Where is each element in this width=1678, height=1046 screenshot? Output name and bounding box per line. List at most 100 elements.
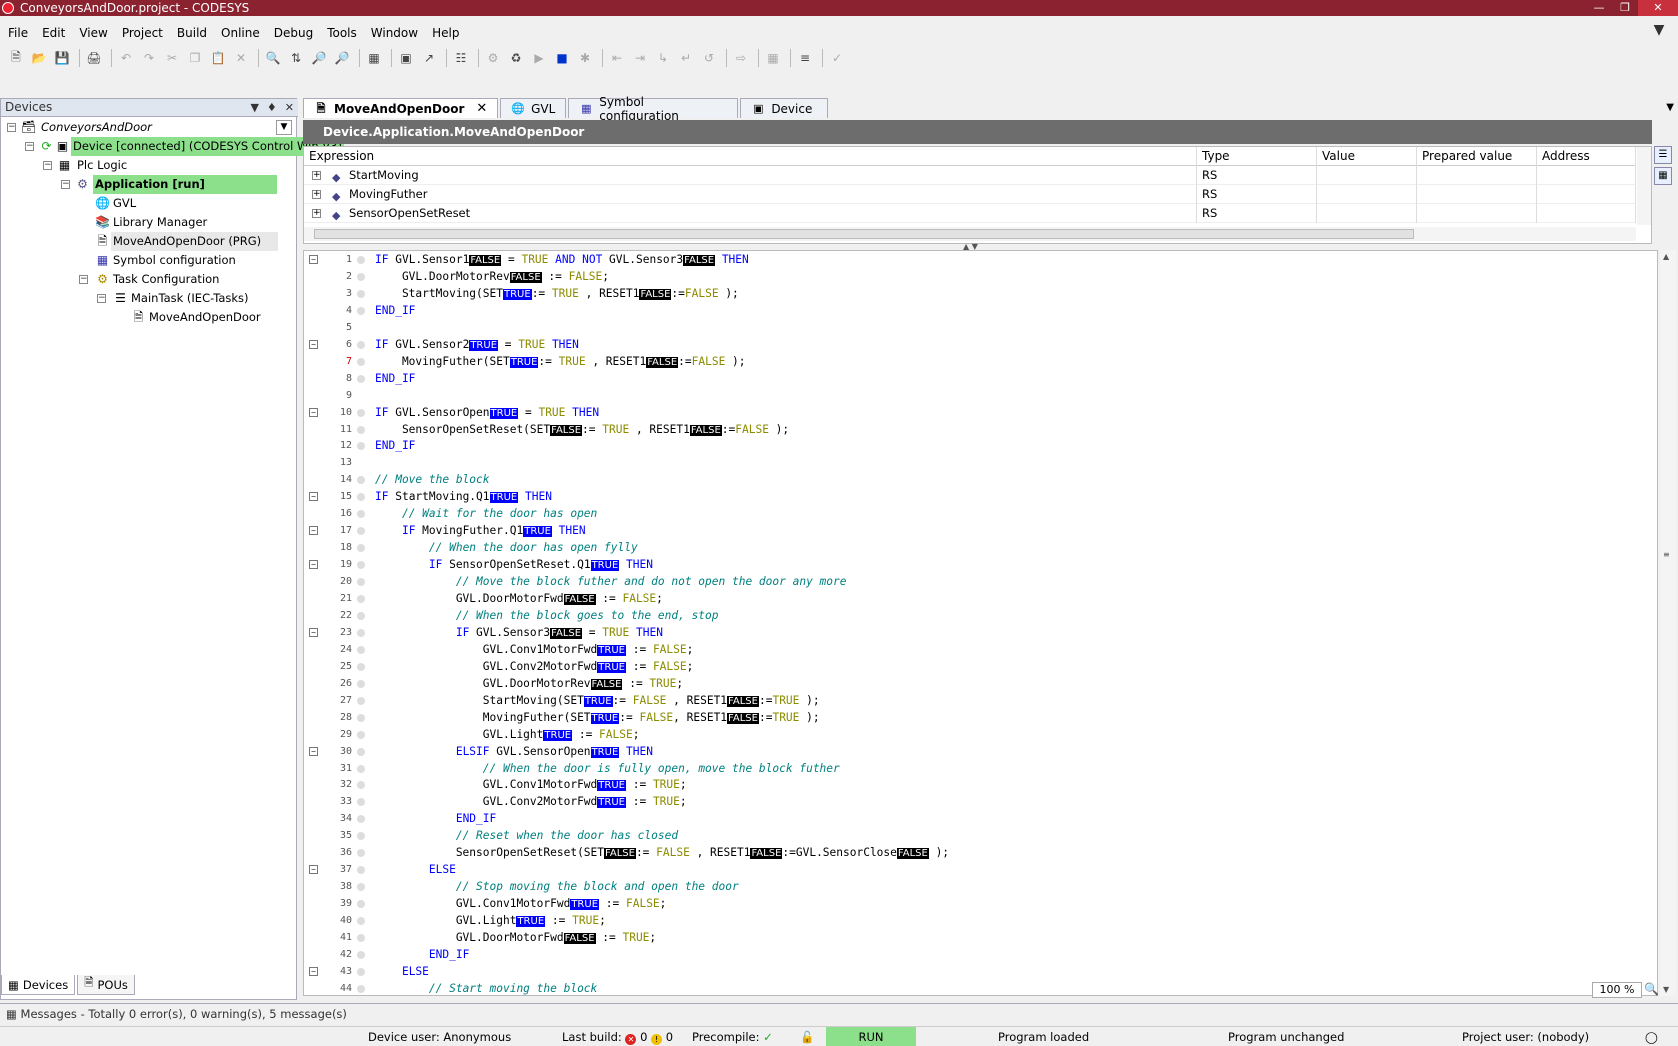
breakpoint-dot-icon[interactable]	[357, 612, 365, 620]
reset-icon[interactable]: ✱	[575, 48, 595, 68]
code-line[interactable]: 4 END_IF	[304, 302, 1644, 319]
code-line[interactable]: 42 END_IF	[304, 946, 1644, 963]
code-line[interactable]: 11 SensorOpenSetReset(SETFALSE:= TRUE , …	[304, 421, 1644, 438]
col-expression[interactable]: Expression	[304, 147, 1197, 166]
breakpoint-dot-icon[interactable]	[357, 714, 365, 722]
menu-help[interactable]: Help	[432, 24, 459, 42]
code-line[interactable]: 18 // When the door has open fylly	[304, 539, 1644, 556]
fold-icon[interactable]: −	[309, 340, 318, 349]
code-line[interactable]: − 43 ELSE	[304, 963, 1644, 980]
calculator-icon[interactable]: ☷	[451, 48, 471, 68]
tab-close-icon[interactable]: ✕	[476, 101, 487, 116]
scroll-down-icon[interactable]: ▼	[1663, 985, 1669, 994]
code-line[interactable]: 8 END_IF	[304, 370, 1644, 387]
unforce-values-icon[interactable]: ✓	[827, 48, 847, 68]
breakpoint-dot-icon[interactable]	[357, 409, 365, 417]
code-line[interactable]: 20 // Move the block futher and do not o…	[304, 573, 1644, 590]
code-line[interactable]: 2 GVL.DoorMotorRevFALSE := FALSE;	[304, 268, 1644, 285]
code-line[interactable]: 9	[304, 387, 1644, 404]
breakpoint-dot-icon[interactable]	[357, 442, 365, 450]
code-line[interactable]: − 1 IF GVL.Sensor1FALSE = TRUE AND NOT GVL…	[304, 251, 1644, 268]
shield-icon[interactable]: ◯	[1645, 1027, 1658, 1046]
code-line[interactable]: − 37 ELSE	[304, 861, 1644, 878]
maximize-icon[interactable]: ❐	[1612, 0, 1638, 16]
code-line[interactable]: 21 GVL.DoorMotorFwdFALSE := FALSE;	[304, 590, 1644, 607]
breakpoint-dot-icon[interactable]	[357, 781, 365, 789]
collapse-icon[interactable]: −	[97, 294, 106, 303]
expand-icon[interactable]: +	[312, 190, 321, 199]
code-line[interactable]: 32 GVL.Conv1MotorFwdTRUE := TRUE;	[304, 776, 1644, 793]
tree-item-gvl[interactable]: 🌐 GVL	[1, 194, 296, 213]
tab-gvl[interactable]: 🌐 GVL	[500, 98, 567, 118]
code-line[interactable]: − 23 IF GVL.Sensor3FALSE = TRUE THEN	[304, 624, 1644, 641]
collapse-icon[interactable]: −	[61, 180, 70, 189]
code-line[interactable]: 28 MovingFuther(SETTRUE:= FALSE, RESET1F…	[304, 709, 1644, 726]
collapse-icon[interactable]: −	[79, 275, 88, 284]
code-line[interactable]: 39 GVL.Conv1MotorFwdTRUE := FALSE;	[304, 895, 1644, 912]
login-icon[interactable]: ⚙	[483, 48, 503, 68]
add-object-icon[interactable]: ▣	[396, 48, 416, 68]
filter-icon[interactable]: ▼	[1650, 22, 1668, 40]
code-line[interactable]: 14 // Move the block	[304, 471, 1644, 488]
fold-icon[interactable]: −	[309, 967, 318, 976]
breakpoint-dot-icon[interactable]	[357, 358, 365, 366]
fold-icon[interactable]: −	[309, 865, 318, 874]
breakpoint-dot-icon[interactable]	[357, 578, 365, 586]
menu-window[interactable]: Window	[371, 24, 418, 42]
cut-icon[interactable]: ✂	[162, 48, 182, 68]
code-line[interactable]: − 30 ELSIF GVL.SensorOpenTRUE THEN	[304, 743, 1644, 760]
breakpoint-dot-icon[interactable]	[357, 832, 365, 840]
tree-item-symbol-configuration[interactable]: ▦ Symbol configuration	[1, 251, 296, 270]
breakpoint-dot-icon[interactable]	[357, 748, 365, 756]
collapse-icon[interactable]: −	[43, 161, 52, 170]
code-line[interactable]: 44 // Start moving the block	[304, 980, 1644, 995]
code-line[interactable]: − 10 IF GVL.SensorOpenTRUE = TRUE THEN	[304, 404, 1644, 421]
breakpoint-dot-icon[interactable]	[357, 476, 365, 484]
expand-icon[interactable]: +	[312, 209, 321, 218]
code-line[interactable]: 34 END_IF	[304, 810, 1644, 827]
fold-icon[interactable]: −	[309, 492, 318, 501]
code-line[interactable]: 13	[304, 454, 1644, 471]
fold-icon[interactable]: −	[309, 747, 318, 756]
tabs-dropdown-icon[interactable]: ▼	[1666, 102, 1674, 113]
breakpoint-dot-icon[interactable]	[357, 256, 365, 264]
breakpoint-dot-icon[interactable]	[357, 629, 365, 637]
breakpoint-dot-icon[interactable]	[357, 561, 365, 569]
code-line[interactable]: 41 GVL.DoorMotorFwdFALSE := TRUE;	[304, 929, 1644, 946]
zoom-level[interactable]: 100 %	[1592, 982, 1642, 998]
code-line[interactable]: 36 SensorOpenSetReset(SETFALSE:= FALSE ,…	[304, 844, 1644, 861]
code-line[interactable]: 33 GVL.Conv2MotorFwdTRUE := TRUE;	[304, 793, 1644, 810]
breakpoint-dot-icon[interactable]	[357, 900, 365, 908]
code-line[interactable]: 25 GVL.Conv2MotorFwdTRUE := FALSE;	[304, 658, 1644, 675]
tree-item-maintask[interactable]: − ☰ MainTask (IEC-Tasks)	[1, 289, 296, 308]
undo-icon[interactable]: ↶	[116, 48, 136, 68]
delete-icon[interactable]: ✕	[231, 48, 251, 68]
code-line[interactable]: − 19 IF SensorOpenSetReset.Q1TRUE THEN	[304, 556, 1644, 573]
export-icon[interactable]: ↗	[419, 48, 439, 68]
code-editor[interactable]: − 1 IF GVL.Sensor1FALSE = TRUE AND NOT GVL…	[303, 250, 1658, 996]
code-line[interactable]: 40 GVL.LightTRUE := TRUE;	[304, 912, 1644, 929]
code-line[interactable]: 26 GVL.DoorMotorRevFALSE := TRUE;	[304, 675, 1644, 692]
close-icon[interactable]: ✕	[1638, 0, 1678, 16]
replace-icon[interactable]: ⇅	[286, 48, 306, 68]
tree-item-application[interactable]: − ⚙ Application [run]	[1, 175, 296, 194]
step-into-icon[interactable]: ↳	[653, 48, 673, 68]
breakpoint-dot-icon[interactable]	[357, 815, 365, 823]
code-line[interactable]: − 6 IF GVL.Sensor2TRUE = TRUE THEN	[304, 336, 1644, 353]
breakpoint-dot-icon[interactable]	[357, 951, 365, 959]
breakpoint-dot-icon[interactable]	[357, 493, 365, 501]
prepared-value-cell[interactable]	[1417, 166, 1537, 185]
breakpoint-dot-icon[interactable]	[357, 307, 365, 315]
declaration-view-icon[interactable]: ☰	[1654, 146, 1672, 164]
code-vscrollbar[interactable]: ▲ ≡ ▼	[1660, 250, 1676, 996]
pane-menu-icon[interactable]: ▼	[250, 99, 258, 116]
pin-icon[interactable]: ♦	[267, 99, 277, 116]
breakpoint-dot-icon[interactable]	[357, 731, 365, 739]
paste-icon[interactable]: 📋	[208, 48, 228, 68]
breakpoint-dot-icon[interactable]	[357, 968, 365, 976]
fold-icon[interactable]: −	[309, 408, 318, 417]
breakpoint-dot-icon[interactable]	[357, 849, 365, 857]
collapse-icon[interactable]: −	[25, 142, 34, 151]
run-to-cursor-icon[interactable]: ↺	[699, 48, 719, 68]
breakpoint-dot-icon[interactable]	[357, 375, 365, 383]
